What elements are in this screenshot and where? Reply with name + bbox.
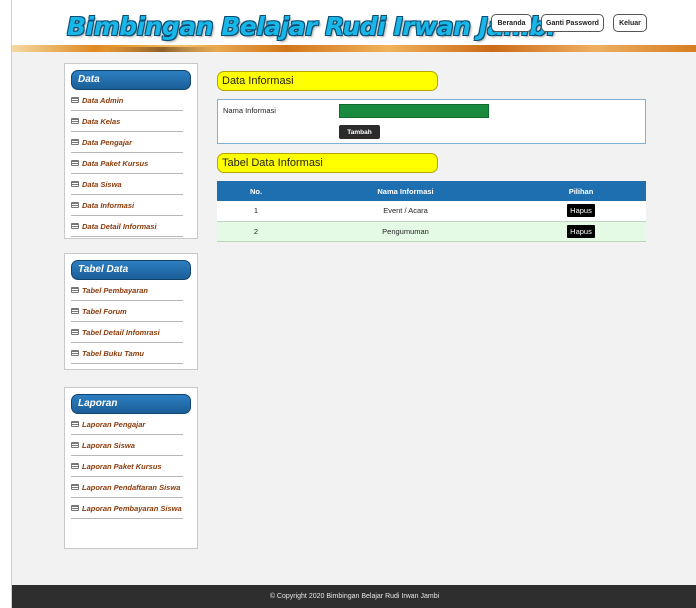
- column-header-nama-informasi: Nama Informasi: [295, 181, 516, 201]
- sidebar-item-laporan-pengajar[interactable]: Laporan Pengajar: [71, 414, 183, 435]
- list-icon: [71, 139, 79, 146]
- informasi-table: No. Nama Informasi Pilihan 1 Event / Aca…: [217, 181, 646, 242]
- sidebar-item-laporan-pembayaran-siswa[interactable]: Laporan Pembayaran Siswa: [71, 498, 183, 519]
- list-icon: [71, 308, 79, 315]
- sidebar-data-panel: Data Data Admin Data Kelas Data Pengajar…: [64, 63, 198, 239]
- sidebar-item-tabel-forum[interactable]: Tabel Forum: [71, 301, 183, 322]
- ganti-password-button[interactable]: Ganti Password: [541, 14, 604, 32]
- list-icon: [71, 350, 79, 357]
- list-icon: [71, 202, 79, 209]
- cell-pilihan: Hapus: [516, 201, 646, 222]
- sidebar-item-data-admin[interactable]: Data Admin: [71, 90, 183, 111]
- sidebar-item-data-informasi[interactable]: Data Informasi: [71, 195, 183, 216]
- list-icon: [71, 329, 79, 336]
- sidebar-item-laporan-siswa[interactable]: Laporan Siswa: [71, 435, 183, 456]
- cell-no: 2: [217, 221, 295, 242]
- sidebar-data-heading: Data: [71, 70, 191, 90]
- list-icon: [71, 223, 79, 230]
- sidebar-laporan-heading: Laporan: [71, 394, 191, 414]
- cell-no: 1: [217, 201, 295, 222]
- keluar-button[interactable]: Keluar: [613, 14, 647, 32]
- hapus-button[interactable]: Hapus: [567, 224, 595, 238]
- tambah-button[interactable]: Tambah: [339, 125, 380, 139]
- section-title-data-informasi: Data Informasi: [217, 71, 438, 91]
- list-icon: [71, 287, 79, 294]
- header-banner-shadow: [107, 47, 217, 52]
- cell-pilihan: Hapus: [516, 221, 646, 242]
- site-title: Bimbingan Belajar Rudi Irwan Jambi: [67, 12, 555, 41]
- hapus-button[interactable]: Hapus: [567, 204, 595, 218]
- informasi-form: Nama Informasi Tambah: [217, 99, 646, 144]
- list-icon: [71, 181, 79, 188]
- list-icon: [71, 97, 79, 104]
- list-icon: [71, 442, 79, 449]
- column-header-no: No.: [217, 181, 295, 201]
- section-title-tabel-data-informasi: Tabel Data Informasi: [217, 153, 438, 173]
- beranda-button[interactable]: Beranda: [491, 14, 532, 32]
- list-icon: [71, 421, 79, 428]
- cell-nama-informasi: Pengumuman: [295, 221, 516, 242]
- cell-nama-informasi: Event / Acara: [295, 201, 516, 222]
- page-frame: Bimbingan Belajar Rudi Irwan Jambi Beran…: [11, 0, 696, 608]
- sidebar-laporan-panel: Laporan Laporan Pengajar Laporan Siswa L…: [64, 387, 198, 549]
- table-header-row: No. Nama Informasi Pilihan: [217, 181, 646, 201]
- table-row: 1 Event / Acara Hapus: [217, 201, 646, 222]
- sidebar-item-data-siswa[interactable]: Data Siswa: [71, 174, 183, 195]
- sidebar-item-data-detail-informasi[interactable]: Data Detail Informasi: [71, 216, 183, 237]
- list-icon: [71, 463, 79, 470]
- sidebar-item-laporan-paket-kursus[interactable]: Laporan Paket Kursus: [71, 456, 183, 477]
- sidebar-item-tabel-pembayaran[interactable]: Tabel Pembayaran: [71, 280, 183, 301]
- list-icon: [71, 505, 79, 512]
- sidebar-item-data-pengajar[interactable]: Data Pengajar: [71, 132, 183, 153]
- footer-copyright: © Copyright 2020 Bimbingan Belajar Rudi …: [12, 585, 696, 608]
- list-icon: [71, 484, 79, 491]
- sidebar-tabel-panel: Tabel Data Tabel Pembayaran Tabel Forum …: [64, 253, 198, 370]
- sidebar-item-tabel-detail-infomrasi[interactable]: Tabel Detail Infomrasi: [71, 322, 183, 343]
- sidebar-tabel-heading: Tabel Data: [71, 260, 191, 280]
- column-header-pilihan: Pilihan: [516, 181, 646, 201]
- sidebar-item-tabel-buku-tamu[interactable]: Tabel Buku Tamu: [71, 343, 183, 364]
- nama-informasi-input[interactable]: [339, 104, 489, 118]
- sidebar-item-data-kelas[interactable]: Data Kelas: [71, 111, 183, 132]
- sidebar-item-data-paket-kursus[interactable]: Data Paket Kursus: [71, 153, 183, 174]
- sidebar-item-laporan-pendaftaran-siswa[interactable]: Laporan Pendaftaran Siswa: [71, 477, 183, 498]
- header: Bimbingan Belajar Rudi Irwan Jambi Beran…: [12, 0, 696, 52]
- list-icon: [71, 160, 79, 167]
- list-icon: [71, 118, 79, 125]
- nama-informasi-label: Nama Informasi: [223, 106, 276, 115]
- table-row: 2 Pengumuman Hapus: [217, 221, 646, 242]
